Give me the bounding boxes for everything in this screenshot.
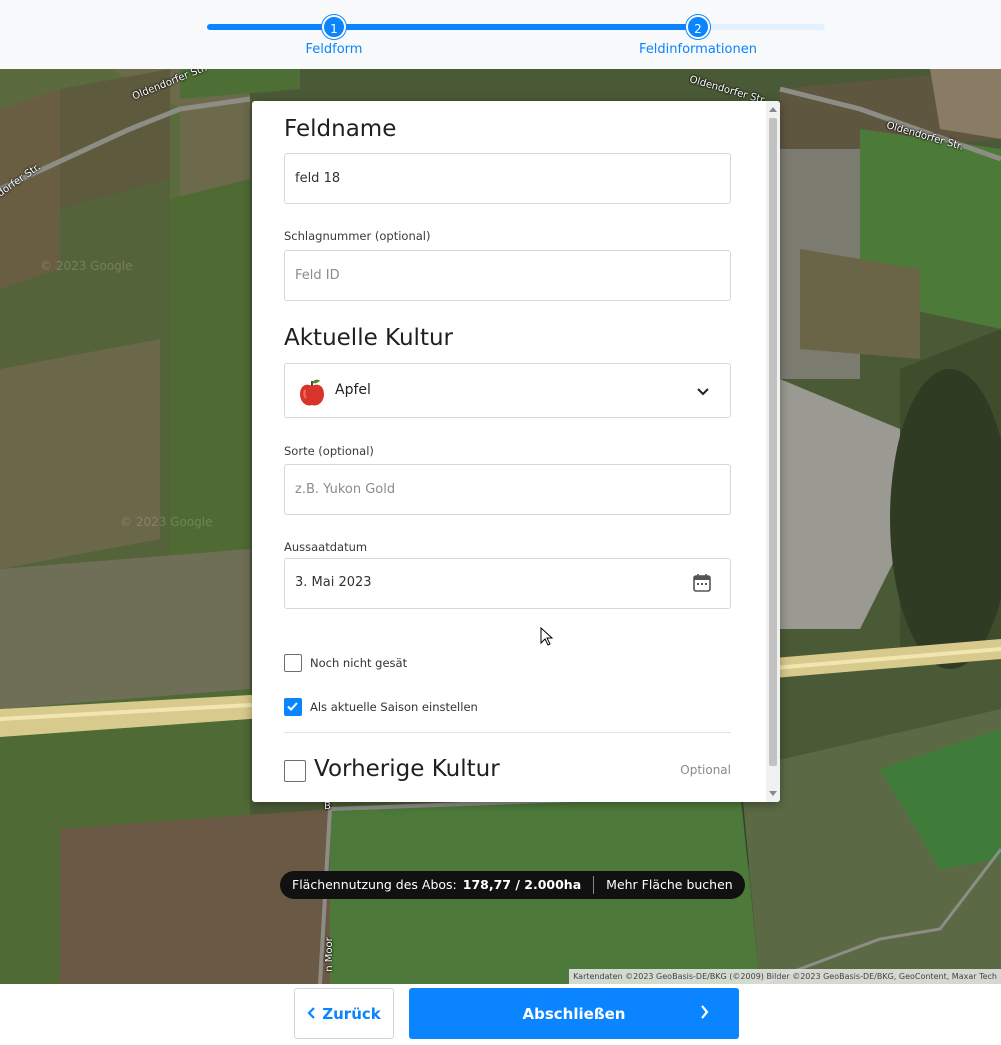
- not-sown-checkbox[interactable]: [284, 654, 302, 672]
- map-attribution[interactable]: Kartendaten ©2023 GeoBasis-DE/BKG (©2009…: [569, 969, 1001, 984]
- scroll-up-arrow-icon[interactable]: [769, 107, 777, 112]
- plot-number-label: Schlagnummer (optional): [284, 229, 431, 243]
- previous-crop-checkbox[interactable]: [284, 760, 306, 782]
- back-button[interactable]: Zurück: [294, 988, 394, 1039]
- area-usage-pill: Flächennutzung des Abos: 178,77 / 2.000h…: [280, 871, 745, 899]
- sowing-date-value: 3. Mai 2023: [295, 575, 372, 590]
- step-1-label[interactable]: Feldform: [306, 42, 363, 57]
- scroll-thumb[interactable]: [769, 118, 777, 766]
- field-name-title: Feldname: [284, 116, 397, 142]
- sowing-date-label: Aussaatdatum: [284, 540, 368, 554]
- step-1-indicator[interactable]: 1: [322, 15, 346, 39]
- previous-crop-title[interactable]: Vorherige Kultur: [314, 756, 500, 782]
- chevron-right-icon: [700, 1005, 709, 1023]
- step-2-indicator[interactable]: 2: [686, 15, 710, 39]
- road-label: B: [324, 801, 331, 812]
- checkmark-icon: [287, 702, 298, 711]
- current-crop-title: Aktuelle Kultur: [284, 325, 453, 351]
- plot-number-input[interactable]: [284, 250, 731, 301]
- finish-button-label: Abschließen: [522, 1004, 626, 1023]
- pill-separator: [593, 876, 595, 894]
- back-button-label: Zurück: [322, 1004, 381, 1023]
- apple-icon: [299, 378, 325, 412]
- scroll-down-arrow-icon[interactable]: [769, 791, 777, 796]
- mouse-cursor-icon: [540, 627, 554, 646]
- book-more-area-link[interactable]: Mehr Fläche buchen: [606, 871, 733, 899]
- current-season-checkbox[interactable]: [284, 698, 302, 716]
- divider: [284, 732, 731, 733]
- stepper: 1 Feldform 2 Feldinformationen: [0, 0, 1001, 69]
- area-usage-label: Flächennutzung des Abos:: [292, 877, 457, 892]
- bottom-bar: Zurück Abschließen: [0, 984, 1001, 1045]
- calendar-icon[interactable]: [692, 573, 712, 597]
- map-watermark: © 2023 Google: [120, 515, 213, 529]
- map-watermark: © 2023 Google: [40, 259, 133, 273]
- area-usage-value: 178,77 / 2.000ha: [462, 877, 582, 892]
- current-season-label[interactable]: Als aktuelle Saison einstellen: [310, 700, 478, 714]
- field-info-panel: Feldname Schlagnummer (optional) Aktuell…: [252, 101, 780, 802]
- variety-input[interactable]: [284, 464, 731, 515]
- road-label: n Moor: [323, 937, 335, 972]
- field-name-input[interactable]: [284, 153, 731, 204]
- chevron-left-icon: [307, 1005, 316, 1023]
- not-sown-label[interactable]: Noch nicht gesät: [310, 656, 407, 670]
- variety-label: Sorte (optional): [284, 444, 374, 458]
- stepper-progress: [207, 24, 698, 30]
- crop-select-value: Apfel: [335, 382, 371, 398]
- step-2-label[interactable]: Feldinformationen: [639, 42, 757, 57]
- crop-select[interactable]: Apfel: [284, 363, 731, 418]
- sowing-date-input[interactable]: 3. Mai 2023: [284, 558, 731, 609]
- panel-scrollbar[interactable]: [766, 101, 780, 802]
- previous-crop-optional: Optional: [680, 763, 731, 777]
- chevron-down-icon: [696, 384, 710, 403]
- finish-button[interactable]: Abschließen: [409, 988, 739, 1039]
